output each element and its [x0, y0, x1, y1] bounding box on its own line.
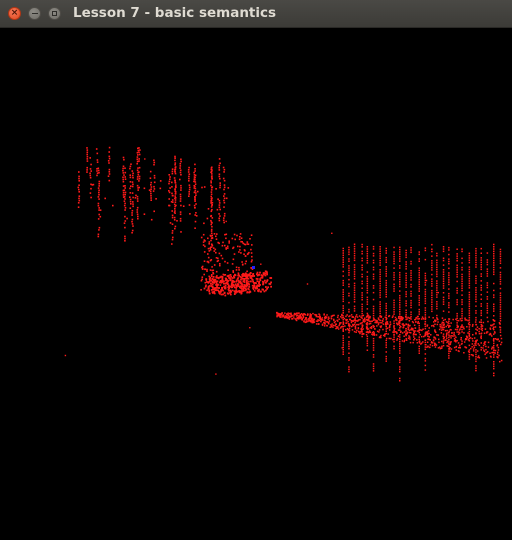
minimize-button[interactable]	[28, 7, 41, 20]
window-title: Lesson 7 - basic semantics	[73, 5, 277, 21]
close-button[interactable]: ×	[8, 7, 21, 20]
app-window: × Lesson 7 - basic semantics	[0, 0, 512, 540]
maximize-icon	[52, 11, 57, 16]
point-cloud	[64, 146, 503, 382]
title-bar[interactable]: × Lesson 7 - basic semantics	[0, 0, 512, 28]
3d-viewport[interactable]	[0, 28, 512, 540]
minimize-icon	[31, 12, 38, 15]
maximize-button[interactable]	[48, 7, 61, 20]
close-icon: ×	[10, 8, 19, 18]
